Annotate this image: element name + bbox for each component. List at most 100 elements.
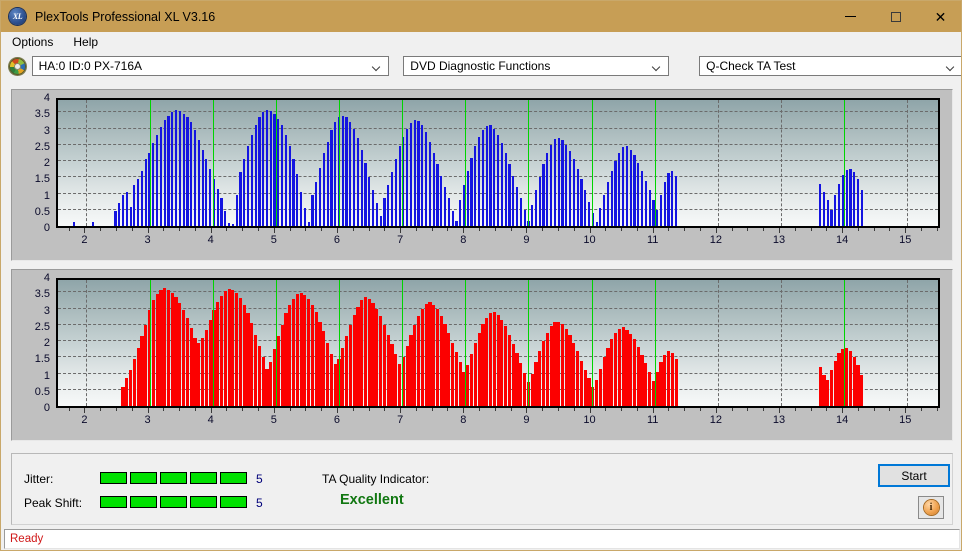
drive-select[interactable]: HA:0 ID:0 PX-716A xyxy=(31,56,390,76)
chart-bar xyxy=(599,208,602,226)
close-button[interactable]: ✕ xyxy=(918,1,961,32)
chart-bar xyxy=(269,110,272,226)
chart-bar xyxy=(508,164,511,226)
chart-bar xyxy=(579,360,584,406)
chart-bar xyxy=(174,297,178,406)
x-axis-tick xyxy=(668,228,670,231)
x-axis-tick xyxy=(763,228,765,231)
chart-bar xyxy=(853,172,856,226)
chart-bar xyxy=(451,342,455,406)
chart-bar xyxy=(375,308,379,406)
function-select[interactable]: DVD Diagnostic Functions xyxy=(403,56,670,76)
x-axis-tick xyxy=(463,228,465,233)
minimize-button[interactable] xyxy=(828,1,873,32)
chart-bar xyxy=(515,353,519,406)
chart-bar xyxy=(432,152,435,226)
chart-bar xyxy=(826,200,829,226)
test-select[interactable]: Q-Check TA Test xyxy=(699,56,961,76)
chart-bar xyxy=(193,337,197,406)
x-axis-tick xyxy=(700,228,702,231)
chart-bar xyxy=(621,327,625,406)
chart-bar xyxy=(387,185,390,226)
chart-bar xyxy=(292,159,295,226)
chart-bar xyxy=(614,161,617,226)
ta-quality-label: TA Quality Indicator: xyxy=(322,472,430,486)
menu-item-help[interactable]: Help xyxy=(64,33,107,52)
chevron-down-icon xyxy=(653,64,661,69)
chart-bar xyxy=(246,313,250,406)
maximize-button[interactable] xyxy=(873,1,918,32)
chart-bar xyxy=(849,168,852,226)
zone-marker-line xyxy=(844,280,846,406)
x-axis-tick xyxy=(84,408,86,413)
chart-bar xyxy=(300,191,303,226)
x-axis-lower: 2 3 4 5 6 7 8 9 10 11 12 13 14 15 xyxy=(56,408,940,434)
menu-item-options[interactable]: Options xyxy=(3,33,62,52)
chart-bar xyxy=(629,333,633,406)
chart-bar xyxy=(833,360,837,406)
meter-segment xyxy=(220,472,247,484)
chart-bar xyxy=(606,347,610,406)
x-axis-tick xyxy=(479,228,481,231)
chart-bar xyxy=(413,324,417,406)
chart-bar xyxy=(409,122,413,226)
chart-bar xyxy=(356,138,360,226)
chart-bar xyxy=(500,319,504,406)
chart-bar xyxy=(512,175,515,226)
x-axis-tick-label: 6 xyxy=(333,414,341,426)
chart-bar xyxy=(443,187,447,226)
chart-bar xyxy=(281,125,284,226)
chart-bar xyxy=(360,149,363,226)
chart-bar xyxy=(265,368,269,406)
chart-bar xyxy=(333,363,337,406)
chart-bar xyxy=(307,298,311,406)
x-axis-tick xyxy=(194,228,196,231)
x-axis-tick xyxy=(352,228,354,231)
meter-segment xyxy=(100,496,127,508)
chart-bar xyxy=(613,332,618,406)
chart-bar xyxy=(424,303,428,406)
x-axis-tick xyxy=(352,408,354,411)
chart-bar xyxy=(542,164,545,226)
chart-bar xyxy=(458,362,462,406)
x-axis-tick-label: 5 xyxy=(270,234,277,246)
x-axis-tick xyxy=(905,228,907,233)
chart-bar xyxy=(523,209,526,226)
chart-bar xyxy=(382,324,387,406)
start-button[interactable]: Start xyxy=(878,464,950,487)
peak-shift-label: Peak Shift: xyxy=(24,496,83,510)
zone-marker-line xyxy=(465,280,467,406)
chart-bar xyxy=(598,368,602,406)
chart-bar xyxy=(345,117,348,226)
chart-bar xyxy=(318,167,322,226)
chart-bar xyxy=(178,302,182,406)
chart-bar xyxy=(618,152,621,226)
chart-bar xyxy=(511,343,515,406)
chart-bar xyxy=(367,298,371,406)
chart-bar xyxy=(356,306,360,406)
chart-bar xyxy=(557,137,560,226)
zone-marker-line xyxy=(654,280,656,406)
chart-bar xyxy=(284,135,288,226)
chart-bar xyxy=(216,302,220,406)
chart-bar xyxy=(299,292,303,406)
chart-bar xyxy=(830,209,833,226)
x-axis-tick-label: 10 xyxy=(583,234,596,246)
chart-bar xyxy=(265,109,269,226)
chart-bar xyxy=(428,141,431,226)
x-axis-tick-label: 2 xyxy=(81,414,88,426)
selector-toolbar: HA:0 ID:0 PX-716A DVD Diagnostic Functio… xyxy=(1,53,961,79)
info-button[interactable]: i xyxy=(918,496,944,519)
chart-bar xyxy=(318,321,322,406)
meter-segment xyxy=(190,496,217,508)
maximize-icon xyxy=(890,11,901,22)
x-axis-tick xyxy=(179,408,181,411)
chart-bar xyxy=(398,363,402,406)
chart-bar xyxy=(167,115,170,226)
chart-bar xyxy=(829,370,834,406)
chart-bar xyxy=(425,131,428,226)
chart-bar xyxy=(250,323,254,406)
chart-bar xyxy=(637,162,640,226)
chart-bar xyxy=(125,191,128,226)
chart-bar xyxy=(235,195,238,226)
